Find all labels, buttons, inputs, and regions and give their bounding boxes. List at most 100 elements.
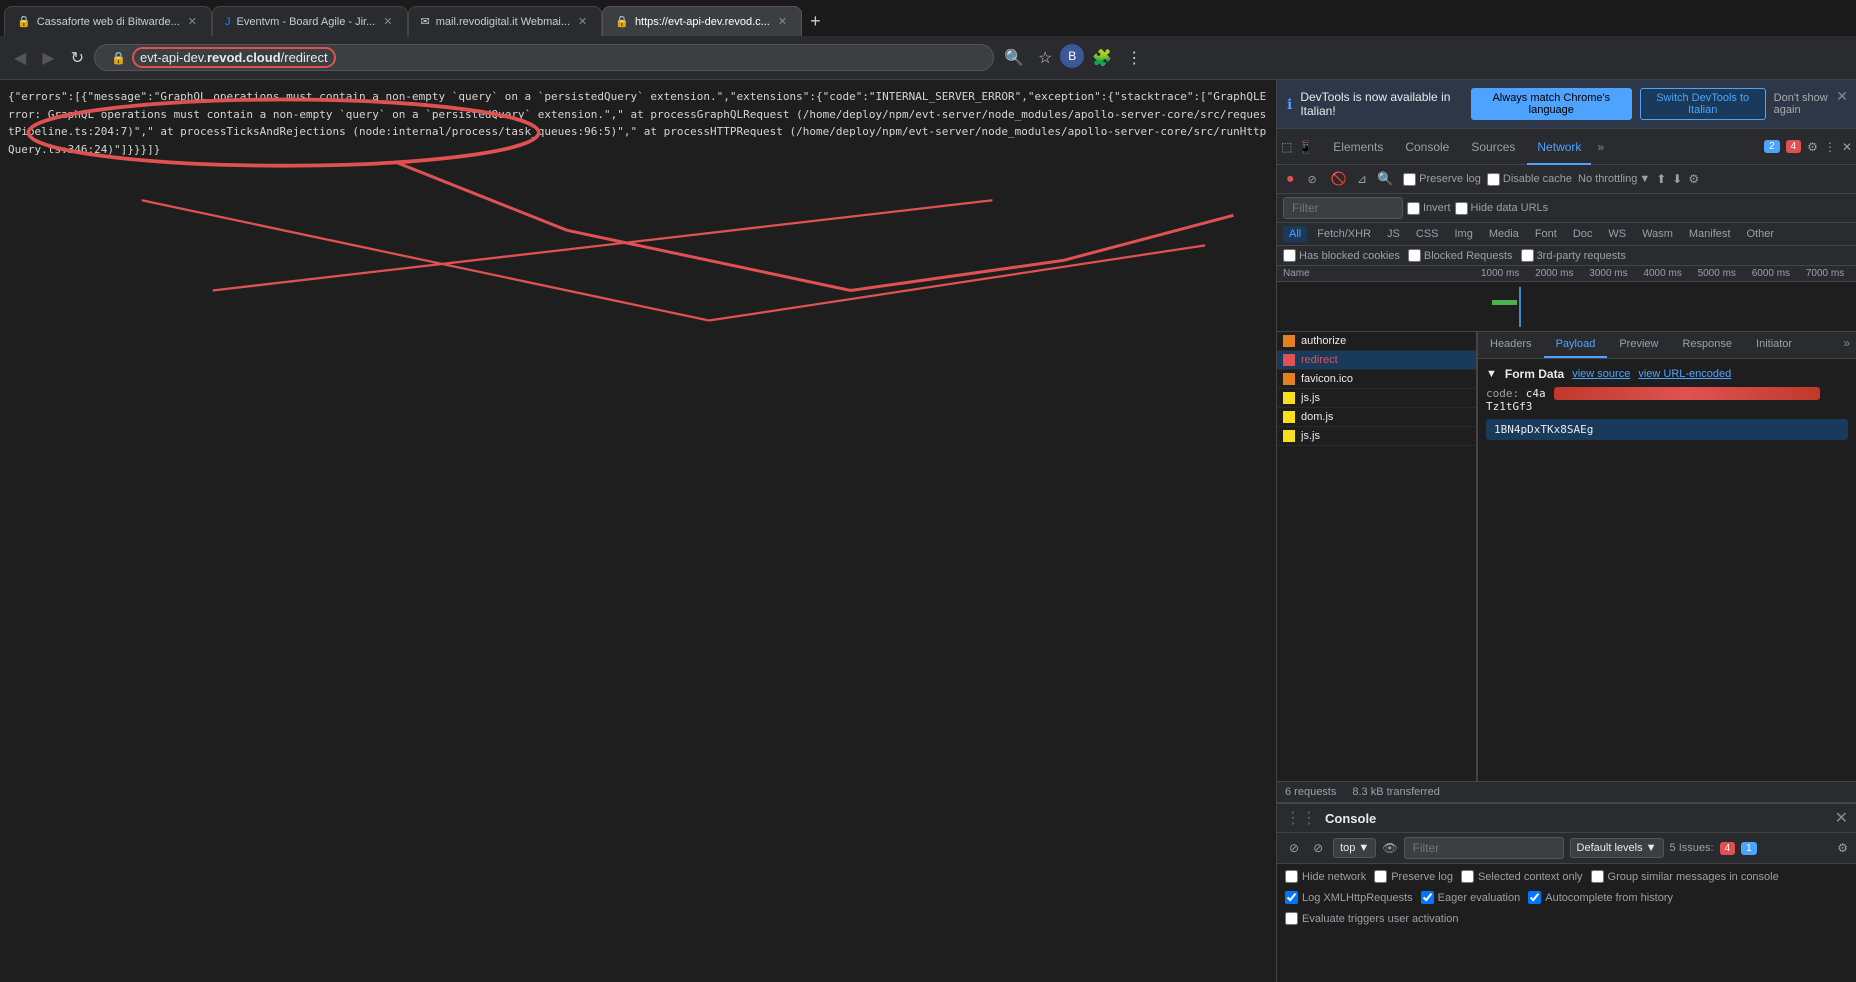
blocked-requests-checkbox[interactable] bbox=[1408, 249, 1421, 262]
eye-icon[interactable]: 👁 bbox=[1382, 841, 1397, 855]
disable-cache-label[interactable]: Disable cache bbox=[1487, 173, 1572, 186]
new-tab-button[interactable]: + bbox=[802, 6, 829, 36]
autocomplete-checkbox[interactable] bbox=[1528, 891, 1541, 904]
filter-css[interactable]: CSS bbox=[1410, 226, 1445, 242]
record-button[interactable]: ⏺ bbox=[1283, 169, 1298, 189]
tab-close[interactable]: ✕ bbox=[776, 13, 789, 30]
devtools-close-icon[interactable]: ✕ bbox=[1842, 140, 1852, 154]
console-top-selector[interactable]: top ▼ bbox=[1333, 838, 1376, 858]
filter-wasm[interactable]: Wasm bbox=[1636, 226, 1679, 242]
preserve-log-label[interactable]: Preserve log bbox=[1403, 173, 1481, 186]
network-settings-icon[interactable]: ⚙ bbox=[1688, 172, 1699, 186]
hide-network-option[interactable]: Hide network bbox=[1285, 870, 1366, 883]
request-row-redirect[interactable]: redirect bbox=[1277, 351, 1476, 370]
tab-sources[interactable]: Sources bbox=[1461, 129, 1525, 165]
extensions-button[interactable]: 🧩 bbox=[1086, 44, 1118, 72]
menu-button[interactable]: ⋮ bbox=[1120, 44, 1148, 72]
console-filter-input[interactable] bbox=[1404, 837, 1564, 859]
blocked-requests-label[interactable]: Blocked Requests bbox=[1408, 249, 1513, 262]
clear-button[interactable]: 🚫 bbox=[1327, 169, 1351, 189]
filter-font[interactable]: Font bbox=[1529, 226, 1563, 242]
request-row-js1[interactable]: js.js bbox=[1277, 389, 1476, 408]
group-similar-checkbox[interactable] bbox=[1591, 870, 1604, 883]
tab-elements[interactable]: Elements bbox=[1323, 129, 1393, 165]
selected-context-checkbox[interactable] bbox=[1461, 870, 1474, 883]
tab-close[interactable]: ✕ bbox=[381, 13, 394, 30]
profile-button[interactable]: B bbox=[1060, 44, 1084, 68]
filter-img[interactable]: Img bbox=[1449, 226, 1479, 242]
detail-tab-preview[interactable]: Preview bbox=[1607, 332, 1670, 358]
request-row-favicon[interactable]: favicon.ico bbox=[1277, 370, 1476, 389]
tab-mail[interactable]: ✉ mail.revodigital.it Webmai... ✕ bbox=[408, 6, 603, 36]
back-button[interactable]: ◀ bbox=[8, 44, 32, 72]
filter-manifest[interactable]: Manifest bbox=[1683, 226, 1737, 242]
filter-input[interactable] bbox=[1283, 197, 1403, 219]
view-url-encoded-link[interactable]: view URL-encoded bbox=[1638, 368, 1731, 380]
tab-console[interactable]: Console bbox=[1395, 129, 1459, 165]
view-source-link[interactable]: view source bbox=[1572, 368, 1630, 380]
tab-close[interactable]: ✕ bbox=[186, 13, 199, 30]
address-bar[interactable]: 🔒 evt-api-dev.revod.cloud/redirect bbox=[94, 44, 994, 71]
group-similar-option[interactable]: Group similar messages in console bbox=[1591, 870, 1779, 883]
filter-js[interactable]: JS bbox=[1381, 226, 1406, 242]
log-xmlhttp-checkbox[interactable] bbox=[1285, 891, 1298, 904]
selected-context-option[interactable]: Selected context only bbox=[1461, 870, 1583, 883]
preserve-log-option[interactable]: Preserve log bbox=[1374, 870, 1453, 883]
filter-fetch-xhr[interactable]: Fetch/XHR bbox=[1311, 226, 1377, 242]
log-xmlhttp-option[interactable]: Log XMLHttpRequests bbox=[1285, 891, 1413, 904]
stop-button[interactable]: ⊘ bbox=[1304, 171, 1321, 188]
eager-eval-checkbox[interactable] bbox=[1421, 891, 1434, 904]
eager-eval-option[interactable]: Eager evaluation bbox=[1421, 891, 1521, 904]
devtools-more-icon[interactable]: ⋮ bbox=[1824, 140, 1836, 154]
detail-tab-more[interactable]: » bbox=[1837, 332, 1856, 358]
detail-tab-initiator[interactable]: Initiator bbox=[1744, 332, 1804, 358]
tab-cassaforte[interactable]: 🔒 Cassaforte web di Bitwarde... ✕ bbox=[4, 6, 212, 36]
detail-tab-headers[interactable]: Headers bbox=[1478, 332, 1544, 358]
detail-tab-payload[interactable]: Payload bbox=[1544, 332, 1608, 358]
no-throttling-select[interactable]: No throttling ▼ bbox=[1578, 173, 1650, 185]
console-stop-button[interactable]: ⊘ bbox=[1309, 839, 1327, 857]
console-close-button[interactable]: ✕ bbox=[1835, 808, 1848, 828]
third-party-checkbox[interactable] bbox=[1521, 249, 1534, 262]
disable-cache-checkbox[interactable] bbox=[1487, 173, 1500, 186]
hide-data-urls-checkbox[interactable] bbox=[1455, 202, 1468, 215]
eval-triggers-option[interactable]: Evaluate triggers user activation bbox=[1285, 912, 1459, 925]
tab-close[interactable]: ✕ bbox=[576, 13, 589, 30]
notification-close[interactable]: ✕ bbox=[1836, 88, 1848, 105]
tab-eventvm[interactable]: J Eventvm - Board Agile - Jir... ✕ bbox=[212, 6, 408, 36]
console-preserve-log-checkbox[interactable] bbox=[1374, 870, 1387, 883]
search-button[interactable]: 🔍 bbox=[998, 44, 1030, 72]
autocomplete-option[interactable]: Autocomplete from history bbox=[1528, 891, 1673, 904]
default-levels-select[interactable]: Default levels ▼ bbox=[1570, 838, 1664, 858]
always-match-button[interactable]: Always match Chrome's language bbox=[1471, 88, 1632, 120]
has-blocked-cookies-checkbox[interactable] bbox=[1283, 249, 1296, 262]
filter-media[interactable]: Media bbox=[1483, 226, 1525, 242]
filter-doc[interactable]: Doc bbox=[1567, 226, 1599, 242]
detail-tab-response[interactable]: Response bbox=[1670, 332, 1744, 358]
invert-label[interactable]: Invert bbox=[1407, 202, 1451, 215]
tab-network[interactable]: Network bbox=[1527, 129, 1591, 165]
tab-more[interactable]: » bbox=[1593, 140, 1608, 154]
request-row-domjs[interactable]: dom.js bbox=[1277, 408, 1476, 427]
console-settings-icon[interactable]: ⚙ bbox=[1837, 841, 1848, 855]
console-clear-button[interactable]: ⊘ bbox=[1285, 839, 1303, 857]
hide-data-urls-label[interactable]: Hide data URLs bbox=[1455, 202, 1549, 215]
filter-all[interactable]: All bbox=[1283, 226, 1307, 242]
switch-devtools-button[interactable]: Switch DevTools to Italian bbox=[1640, 88, 1766, 120]
search-network-button[interactable]: 🔍 bbox=[1373, 169, 1397, 189]
reload-button[interactable]: ↻ bbox=[65, 44, 90, 72]
forward-button[interactable]: ▶ bbox=[36, 44, 60, 72]
dont-show-link[interactable]: Don't show again bbox=[1774, 92, 1846, 116]
invert-checkbox[interactable] bbox=[1407, 202, 1420, 215]
tab-active[interactable]: 🔒 https://evt-api-dev.revod.c... ✕ bbox=[602, 6, 802, 36]
preserve-log-checkbox[interactable] bbox=[1403, 173, 1416, 186]
filter-ws[interactable]: WS bbox=[1602, 226, 1632, 242]
settings-icon[interactable]: ⚙ bbox=[1807, 140, 1818, 154]
request-row-authorize[interactable]: authorize bbox=[1277, 332, 1476, 351]
hide-network-checkbox[interactable] bbox=[1285, 870, 1298, 883]
request-row-js2[interactable]: js.js bbox=[1277, 427, 1476, 446]
filter-other[interactable]: Other bbox=[1740, 226, 1780, 242]
has-blocked-cookies-label[interactable]: Has blocked cookies bbox=[1283, 249, 1400, 262]
third-party-label[interactable]: 3rd-party requests bbox=[1521, 249, 1626, 262]
bookmark-button[interactable]: ☆ bbox=[1032, 44, 1058, 72]
